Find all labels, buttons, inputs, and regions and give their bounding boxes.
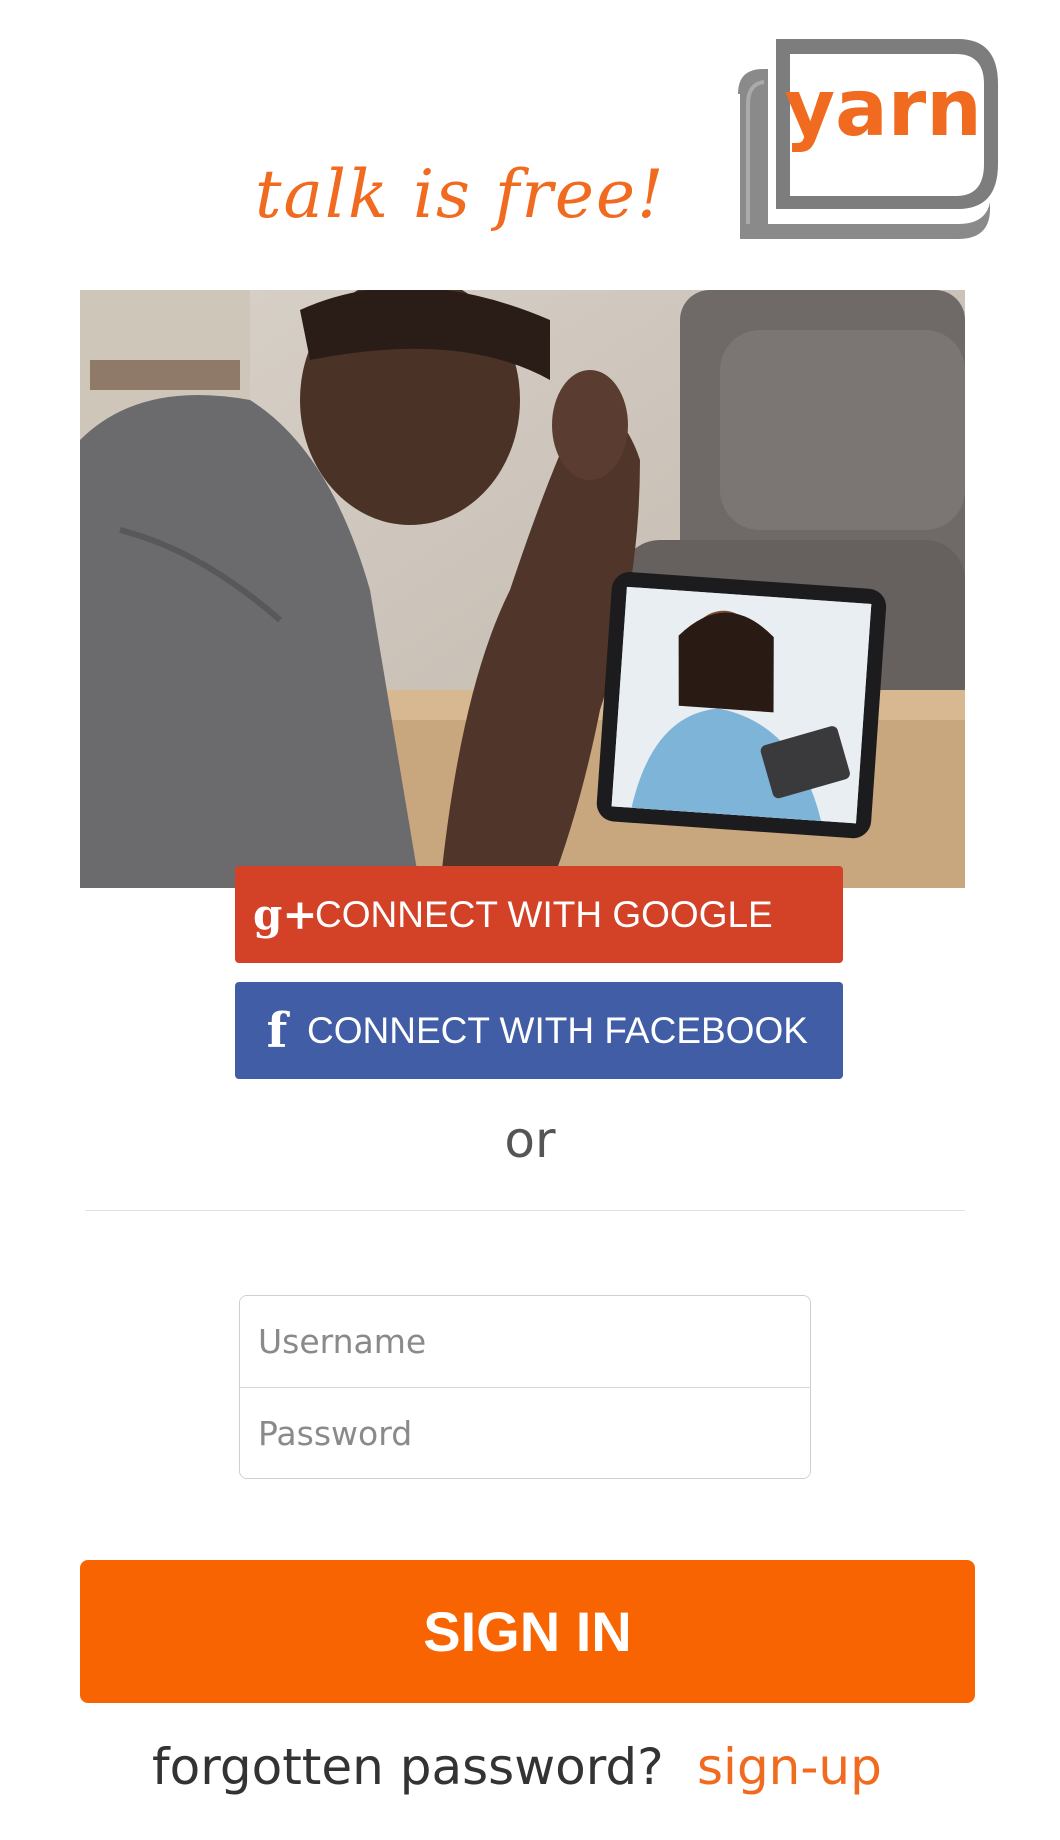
connect-facebook-label: CONNECT WITH FACEBOOK <box>307 1009 808 1051</box>
video-call-photo <box>80 290 965 888</box>
google-plus-icon: g+ <box>253 890 318 939</box>
tagline: talk is free! <box>255 156 666 233</box>
username-input[interactable] <box>240 1296 810 1387</box>
yarn-logo: yarn <box>728 24 1008 244</box>
hero-photo <box>80 290 965 888</box>
connect-facebook-button[interactable]: f CONNECT WITH FACEBOOK <box>235 982 843 1079</box>
sign-up-link[interactable]: sign-up <box>697 1732 882 1802</box>
facebook-icon: f <box>266 1002 288 1059</box>
password-input[interactable] <box>240 1388 810 1478</box>
sign-in-button[interactable]: SIGN IN <box>80 1560 975 1703</box>
forgotten-password-link[interactable]: forgotten password? <box>152 1732 664 1802</box>
or-separator-text: or <box>504 1111 556 1169</box>
logo-text: yarn <box>784 64 982 154</box>
connect-google-label: CONNECT WITH GOOGLE <box>315 893 773 935</box>
connect-google-button[interactable]: g+ CONNECT WITH GOOGLE <box>235 866 843 963</box>
login-form <box>239 1295 811 1479</box>
divider-line <box>85 1210 965 1211</box>
